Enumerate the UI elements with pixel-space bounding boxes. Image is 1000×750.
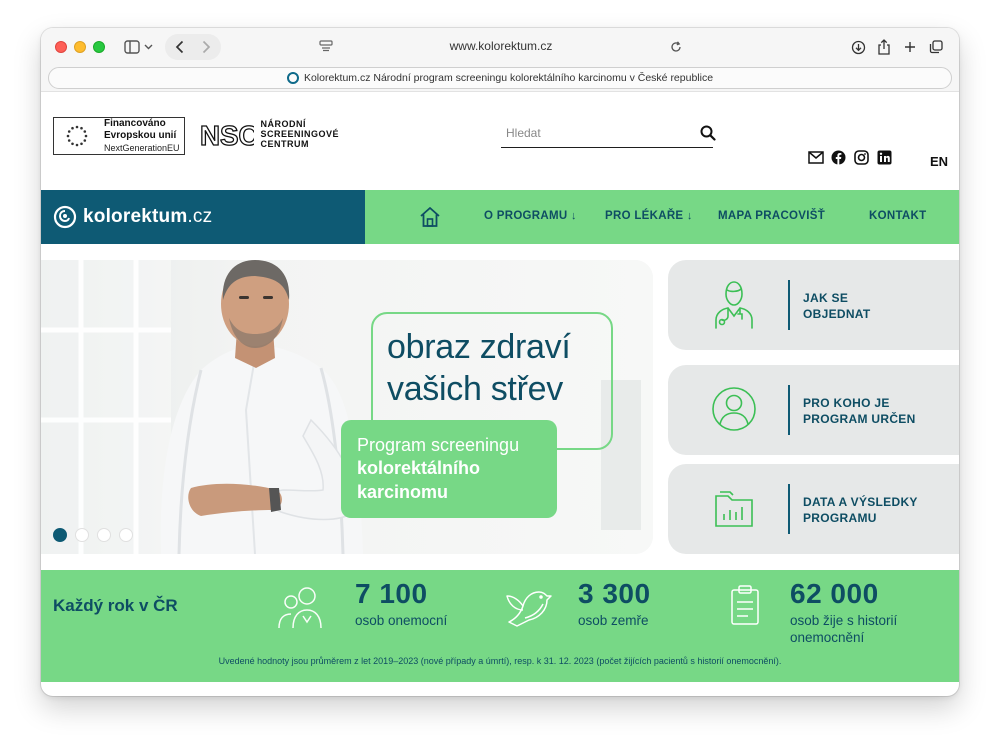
stat-label-new-cases: osob onemocní	[355, 613, 448, 628]
search-input[interactable]	[501, 120, 686, 146]
card-label: DATA A VÝSLEDKY PROGRAMU	[803, 495, 918, 525]
stat-label-deaths: osob zemře	[578, 613, 649, 628]
doctor-icon	[715, 281, 753, 329]
carousel-dot-3[interactable]	[97, 528, 111, 542]
stat-number-survivors: 62 000	[790, 578, 879, 609]
download-icon	[851, 40, 865, 54]
search-field	[501, 120, 713, 148]
clipboard-icon	[731, 585, 759, 625]
forward-button[interactable]	[195, 35, 217, 59]
brand-tld: .cz	[187, 206, 213, 227]
brand-name: kolorektum	[83, 206, 188, 227]
carousel-dot-4[interactable]	[119, 528, 133, 542]
kolorektum-logo-icon	[53, 205, 77, 229]
close-window-button[interactable]	[55, 41, 67, 53]
carousel-dot-2[interactable]	[75, 528, 89, 542]
site-logo[interactable]: kolorektum.cz	[41, 190, 365, 244]
stats-footnote: Uvedené hodnoty jsou průměrem z let 2019…	[218, 656, 782, 666]
data-folder-icon	[715, 491, 753, 527]
person-icon	[712, 387, 756, 431]
hero-box-line-2: kolorektálního	[357, 458, 481, 478]
minimize-window-button[interactable]	[74, 41, 86, 53]
nsc-logo[interactable]: NSC NÁRODNÍ SCREENINGOVÉ CENTRUM	[199, 114, 339, 154]
home-icon[interactable]	[419, 206, 441, 228]
tabs-icon	[929, 40, 943, 54]
eu-funding-logo[interactable]: Financováno Evropskou unií NextGeneratio…	[53, 117, 185, 155]
card-label: PRO KOHO JE PROGRAM URČEN	[803, 396, 916, 426]
card-separator	[788, 385, 790, 435]
nav-item-kontakt[interactable]: KONTAKT	[869, 210, 926, 222]
card-jak-se-objednat[interactable]: JAK SE OBJEDNAT	[668, 260, 959, 350]
eu-union-label: Evropskou unií	[104, 130, 177, 141]
reload-button[interactable]	[665, 35, 687, 59]
nav-item-mapa-pracovist[interactable]: MAPA PRACOVIŠŤ	[718, 210, 825, 222]
web-page: Financováno Evropskou unií NextGeneratio…	[41, 92, 959, 696]
site-info-text: Kolorektum.cz Národní program screeningu…	[303, 72, 714, 84]
browser-window: www.kolorektum.cz Kolorektum.cz Národní …	[41, 28, 959, 696]
nsc-line-1: NÁRODNÍ	[260, 119, 306, 129]
tab-overview-button[interactable]	[925, 35, 947, 59]
mail-icon[interactable]	[808, 151, 824, 164]
sidebar-icon	[124, 40, 153, 54]
arrow-down-icon: ↓	[571, 210, 577, 222]
card-pro-koho-je-program[interactable]: PRO KOHO JE PROGRAM URČEN	[668, 365, 959, 455]
share-icon	[878, 39, 890, 55]
hero-program-box: Program screeningu kolorektálního karcin…	[341, 420, 557, 518]
stats-title: Každý rok v ČR	[53, 596, 178, 615]
stat-number-new-cases: 7 100	[355, 578, 428, 609]
facebook-icon[interactable]	[831, 150, 846, 165]
nav-item-pro-lekare[interactable]: PRO LÉKAŘE ↓	[605, 210, 693, 222]
browser-toolbar: www.kolorektum.cz Kolorektum.cz Národní …	[41, 28, 959, 92]
language-switch[interactable]: EN	[930, 154, 948, 169]
next-generation-eu-label: NextGenerationEU	[104, 143, 180, 153]
hero-tagline: obraz zdraví vašich střev	[387, 328, 571, 408]
chevron-right-icon	[202, 40, 211, 54]
nsc-logo-mark: NSC	[199, 119, 254, 151]
back-button[interactable]	[169, 35, 191, 59]
address-bar[interactable]: www.kolorektum.cz	[341, 39, 661, 53]
hero-box-line-3: karcinomu	[357, 482, 449, 502]
arrow-down-icon: ↓	[686, 210, 693, 222]
hero-box-line-1: Program screeningu	[357, 435, 520, 455]
reload-icon	[671, 41, 681, 52]
linkedin-icon[interactable]	[877, 150, 892, 165]
site-info-bar: Kolorektum.cz Národní program screeningu…	[48, 67, 952, 89]
page-settings-icon[interactable]	[319, 40, 333, 52]
statistics-band: Každý rok v ČR 7 100 osob onemocní 3 300…	[41, 570, 959, 682]
card-label: JAK SE OBJEDNAT	[803, 291, 871, 321]
nsc-line-2: SCREENINGOVÉ	[260, 129, 339, 139]
people-icon	[278, 587, 322, 629]
main-navigation: O PROGRAMU ↓ PRO LÉKAŘE ↓ MAPA PRACOVIŠŤ…	[365, 190, 959, 244]
hero-carousel[interactable]: obraz zdraví vašich střev Program screen…	[41, 260, 653, 554]
card-separator	[788, 280, 790, 330]
chevron-left-icon	[175, 40, 184, 54]
svg-text:NSC: NSC	[200, 120, 254, 151]
dove-icon	[506, 591, 552, 627]
carousel-dots	[53, 528, 133, 542]
maximize-window-button[interactable]	[93, 41, 105, 53]
share-button[interactable]	[873, 35, 895, 59]
nsc-line-3: CENTRUM	[260, 139, 309, 149]
carousel-dot-1[interactable]	[53, 528, 67, 542]
plus-icon	[905, 42, 915, 52]
eu-flag-icon	[58, 122, 96, 150]
downloads-button[interactable]	[847, 35, 869, 59]
card-separator	[788, 484, 790, 534]
card-data-a-vysledky[interactable]: DATA A VÝSLEDKY PROGRAMU	[668, 464, 959, 554]
sidebar-toggle-button[interactable]	[117, 35, 161, 59]
site-favicon-icon	[286, 72, 299, 84]
search-icon[interactable]	[700, 125, 716, 141]
stat-label-survivors: osob žije s historií onemocnění	[790, 613, 898, 645]
nav-item-o-programu[interactable]: O PROGRAMU ↓	[484, 210, 577, 222]
stat-number-deaths: 3 300	[578, 578, 651, 609]
new-tab-button[interactable]	[899, 35, 921, 59]
eu-funded-label: Financováno	[104, 118, 166, 129]
instagram-icon[interactable]	[854, 150, 869, 165]
